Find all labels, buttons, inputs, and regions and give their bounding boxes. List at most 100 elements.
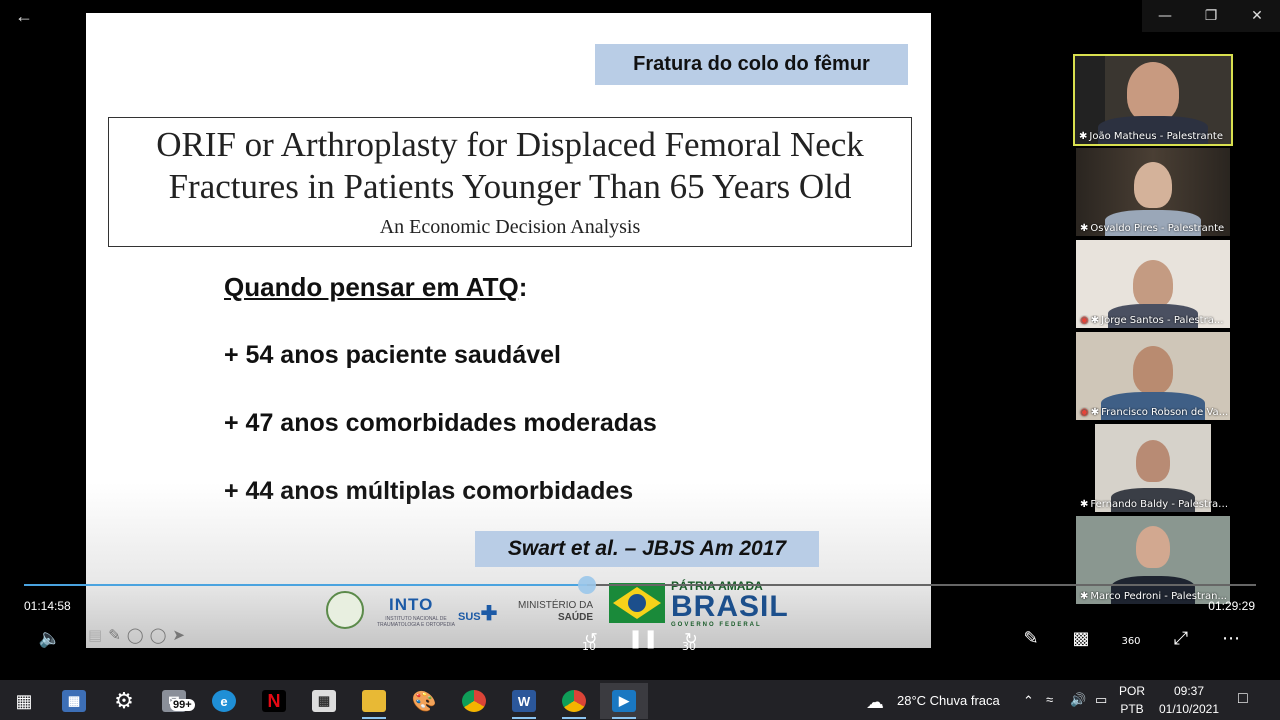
wifi-icon[interactable]: ≈ <box>1046 692 1053 707</box>
taskbar-edge[interactable]: e <box>200 683 248 719</box>
weather-text[interactable]: 28°C Chuva fraca <box>897 693 1000 708</box>
into-logo-subtitle: INSTITUTO NACIONAL DE TRAUMATOLOGIA E OR… <box>377 616 455 628</box>
slide-tools: ▤ ✎ ◯ ◯ ➤ <box>88 626 185 644</box>
vr-360-label: 360 <box>1121 636 1141 647</box>
paint-icon: 🎨 <box>411 690 437 713</box>
slide-bullet-2: + 47 anos comorbidades moderadas <box>224 409 657 437</box>
mic-muted-icon: ◉ <box>1080 407 1089 418</box>
participant-face <box>1136 440 1170 482</box>
running-indicator <box>512 717 536 719</box>
chrome-icon <box>462 690 486 712</box>
restore-icon[interactable]: ❐ <box>1188 0 1234 32</box>
battery-icon[interactable]: ▭ <box>1095 692 1107 708</box>
edit-pencil-icon[interactable]: ✎ <box>1018 628 1044 654</box>
taskbar-word[interactable]: W <box>500 683 548 719</box>
pin-icon: ✱ <box>1090 407 1100 418</box>
paper-title-box: ORIF or Arthroplasty for Displaced Femor… <box>108 117 912 247</box>
chrome-icon <box>562 690 586 712</box>
taskbar-chrome-2[interactable] <box>550 683 598 719</box>
taskbar-paint[interactable]: 🎨 <box>400 683 448 719</box>
ortho-seal-logo <box>326 591 364 629</box>
notification-icon[interactable]: □ <box>1238 690 1248 708</box>
pen-tool-icon[interactable]: ✎ <box>108 626 121 644</box>
fullscreen-icon[interactable]: ⤢ <box>1168 628 1194 654</box>
language-line-1: POR <box>1118 684 1145 698</box>
skip-back-button[interactable]: ↺ 10 <box>578 628 604 654</box>
close-icon[interactable]: ✕ <box>1234 0 1280 32</box>
pin-icon: ✱ <box>1080 223 1089 234</box>
participant-name: ✱ Fernando Baldy - Palestrante <box>1080 499 1230 510</box>
image-tool-icon[interactable]: ◯ <box>127 626 144 644</box>
patria-amada-brasil-logo: PÁTRIA AMADA BRASIL GOVERNO FEDERAL <box>671 580 789 628</box>
taskbar-netflix[interactable]: N <box>250 683 298 719</box>
language-indicator[interactable]: POR PTB <box>1118 684 1146 716</box>
presentation-slide: Fratura do colo do fêmur ORIF or Arthrop… <box>86 13 931 648</box>
taskbar-media-player[interactable]: ▶ <box>600 683 648 719</box>
running-indicator <box>612 717 636 719</box>
next-tool-icon[interactable]: ➤ <box>172 626 185 644</box>
minimize-icon[interactable]: — <box>1142 0 1188 32</box>
pin-icon: ✱ <box>1079 131 1088 142</box>
pin-icon: ✱ <box>1090 315 1100 326</box>
mail-badge: 99+ <box>170 699 195 711</box>
ministerio-logo: MINISTÉRIO DA SAÚDE <box>518 600 593 624</box>
vr-360-button[interactable]: 360 <box>1118 628 1144 654</box>
sus-logo: SUS✚ <box>458 603 498 625</box>
store-icon: ▦ <box>312 690 336 712</box>
slide-citation: Swart et al. – JBJS Am 2017 <box>475 531 819 567</box>
clock-time: 09:37 <box>1173 684 1205 698</box>
folder-icon <box>362 690 386 712</box>
participant-tile-5[interactable]: ✱ Fernando Baldy - Palestrante <box>1076 424 1230 512</box>
taskbar-chrome[interactable] <box>450 683 498 719</box>
participant-tile-3[interactable]: ◉ ✱ Jorge Santos - Palestra... <box>1076 240 1230 328</box>
seek-bar-thumb[interactable] <box>578 576 596 594</box>
gear-icon: ⚙ <box>114 688 134 713</box>
skip-forward-seconds: 30 <box>682 640 696 653</box>
participant-tile-4[interactable]: ◉ ✱ Francisco Robson de Va... <box>1076 332 1230 420</box>
into-logo: INTO <box>389 595 434 614</box>
paper-title-line-1: ORIF or Arthroplasty for Displaced Femor… <box>156 125 864 164</box>
start-button[interactable]: ▦ <box>0 683 48 719</box>
skip-forward-button[interactable]: ↻ 30 <box>678 628 704 654</box>
participant-tile-1[interactable]: ✱ João Matheus - Palestrante <box>1073 54 1233 146</box>
title-bar <box>0 0 1017 12</box>
speaker-icon[interactable]: 🔊 <box>1070 692 1086 708</box>
taskbar-settings[interactable]: ⚙ <box>100 683 148 719</box>
mini-view-icon[interactable]: ▩ <box>1068 628 1094 654</box>
participant-name: ◉ ✱ Jorge Santos - Palestra... <box>1080 315 1224 326</box>
volume-icon[interactable]: 🔈 <box>36 628 64 654</box>
pause-button[interactable]: ❚❚ <box>628 628 658 654</box>
clock[interactable]: 09:37 01/10/2021 <box>1156 684 1222 716</box>
participant-face <box>1133 346 1173 394</box>
windows-logo-icon: ▦ <box>15 690 33 711</box>
ministerio-line-1: MINISTÉRIO DA <box>518 600 594 611</box>
more-tool-icon[interactable]: ◯ <box>150 626 167 644</box>
participant-face <box>1133 260 1173 308</box>
participant-tile-2[interactable]: ✱ Osvaldo Pires - Palestrante <box>1076 148 1230 236</box>
participant-name: ✱ Osvaldo Pires - Palestrante <box>1080 223 1225 234</box>
slide-bullet-1: + 54 anos paciente saudável <box>224 341 561 369</box>
taskbar-explorer[interactable] <box>350 683 398 719</box>
slide-heading-text: Quando pensar em ATQ <box>224 272 519 302</box>
skip-back-seconds: 10 <box>582 640 596 653</box>
slide-tag: Fratura do colo do fêmur <box>595 44 908 85</box>
back-arrow-icon[interactable]: ← <box>10 4 38 28</box>
paper-title-line-2: Fractures in Patients Younger Than 65 Ye… <box>168 167 852 206</box>
taskbar-store[interactable]: ▦ <box>300 683 348 719</box>
running-indicator <box>562 717 586 719</box>
brasil-text: BRASIL <box>671 590 789 623</box>
chevron-up-icon[interactable]: ⌃ <box>1023 693 1034 709</box>
word-icon: W <box>512 690 536 712</box>
sus-logo-text: SUS <box>458 611 481 623</box>
captions-icon[interactable]: ▤ <box>88 626 102 644</box>
weather-cloud-icon[interactable]: ☁ <box>866 692 884 713</box>
taskbar-calculator[interactable]: ▦ <box>50 683 98 719</box>
language-line-2: PTB <box>1120 702 1144 716</box>
more-options-icon[interactable]: ⋯ <box>1218 628 1244 654</box>
video-player-window: ← — ❐ ✕ Fratura do colo do fêmur ORIF or… <box>0 0 1280 720</box>
seek-bar-progress <box>24 584 587 586</box>
participant-name: ◉ ✱ Francisco Robson de Va... <box>1080 407 1229 418</box>
edge-icon: e <box>212 690 236 712</box>
paper-subtitle: An Economic Decision Analysis <box>379 216 641 238</box>
participant-tile-6[interactable]: ✱ Marco Pedroni - Palestran... <box>1076 516 1230 604</box>
